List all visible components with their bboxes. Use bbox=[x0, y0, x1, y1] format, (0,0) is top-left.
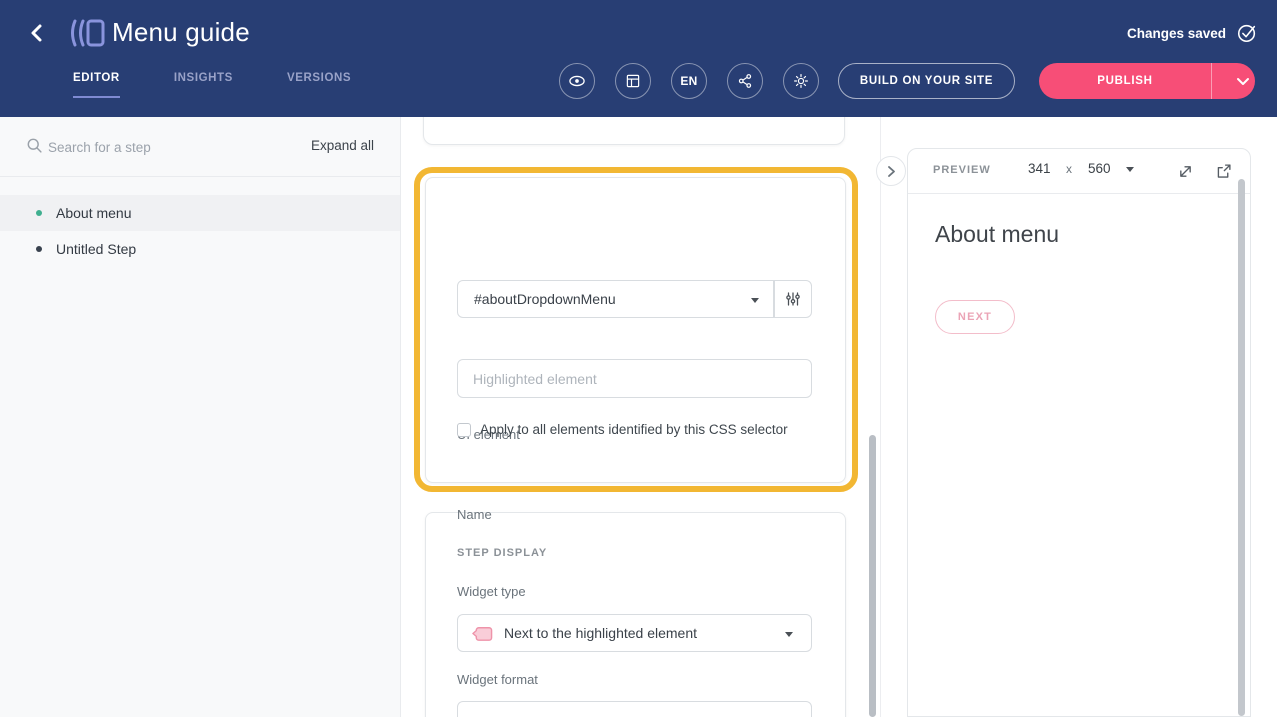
element-picker-settings-button[interactable] bbox=[774, 280, 812, 318]
widget-format-label: Widget format bbox=[457, 672, 538, 687]
preview-height-value[interactable]: 560 bbox=[1088, 161, 1111, 176]
layout-button[interactable] bbox=[615, 63, 651, 99]
expand-arrows-icon bbox=[1177, 163, 1194, 180]
editor-scrollbar[interactable] bbox=[869, 435, 876, 717]
search-icon bbox=[26, 137, 43, 154]
publish-dropdown-button[interactable] bbox=[1221, 63, 1265, 99]
sliders-icon bbox=[784, 290, 802, 308]
chevron-down-icon bbox=[751, 298, 759, 303]
open-in-new-window-button[interactable] bbox=[1212, 160, 1234, 182]
publish-label: PUBLISH bbox=[1039, 63, 1211, 99]
apply-to-all-label: Apply to all elements identified by this… bbox=[480, 422, 788, 437]
tooltip-widget-icon bbox=[471, 623, 494, 644]
language-button[interactable]: EN bbox=[671, 63, 707, 99]
step-search-row: Expand all bbox=[0, 117, 400, 177]
preview-dimension-separator: x bbox=[1066, 162, 1072, 176]
preview-panel: PREVIEW 341 x 560 About menu NEXT bbox=[907, 148, 1251, 717]
step-item-untitled-step[interactable]: Untitled Step bbox=[0, 231, 400, 267]
step-list: About menu Untitled Step bbox=[0, 195, 400, 267]
step-item-about-menu[interactable]: About menu bbox=[0, 195, 400, 231]
ui-element-select[interactable]: #aboutDropdownMenu bbox=[457, 280, 774, 318]
widget-type-label: Widget type bbox=[457, 584, 526, 599]
widget-type-value: Next to the highlighted element bbox=[504, 625, 697, 641]
highlighted-element-card: HIGHLIGHTED ELEMENT UI element #aboutDro… bbox=[425, 177, 846, 483]
check-circle-icon bbox=[1236, 22, 1258, 44]
tab-versions[interactable]: VERSIONS bbox=[287, 72, 351, 98]
preview-header: PREVIEW 341 x 560 bbox=[908, 149, 1250, 194]
step-label: Untitled Step bbox=[56, 241, 136, 257]
preview-eye-button[interactable] bbox=[559, 63, 595, 99]
gear-icon bbox=[792, 72, 810, 90]
apply-to-all-checkbox[interactable] bbox=[457, 423, 471, 437]
changes-saved-label: Changes saved bbox=[1127, 26, 1226, 41]
settings-button[interactable] bbox=[783, 63, 819, 99]
chevron-right-icon bbox=[887, 165, 896, 178]
preview-step-title: About menu bbox=[935, 221, 1059, 248]
preview-width-value[interactable]: 341 bbox=[1028, 161, 1051, 176]
step-status-dot bbox=[36, 246, 42, 252]
section-title-step-display: STEP DISPLAY bbox=[457, 547, 547, 559]
preview-scrollbar[interactable] bbox=[1238, 179, 1245, 716]
preview-fullscreen-button[interactable] bbox=[1174, 160, 1196, 182]
steps-sidebar: Expand all About menu Untitled Step bbox=[0, 117, 401, 717]
chevron-down-icon bbox=[1236, 77, 1250, 86]
ui-element-value: #aboutDropdownMenu bbox=[474, 291, 616, 307]
tab-insights[interactable]: INSIGHTS bbox=[174, 72, 233, 98]
build-on-your-site-button[interactable]: BUILD ON YOUR SITE bbox=[838, 63, 1015, 99]
preview-next-button[interactable]: NEXT bbox=[935, 300, 1015, 334]
step-label: About menu bbox=[56, 205, 132, 221]
collapse-preview-button[interactable] bbox=[876, 156, 906, 186]
page-title: Menu guide bbox=[112, 17, 250, 48]
widget-format-select[interactable]: Light bbox=[457, 701, 812, 717]
share-button[interactable] bbox=[727, 63, 763, 99]
chevron-down-icon bbox=[785, 632, 793, 637]
highlighted-element-name-input[interactable] bbox=[457, 359, 812, 398]
expand-all-link[interactable]: Expand all bbox=[311, 138, 374, 153]
layout-icon bbox=[624, 72, 642, 90]
header-icon-buttons: EN bbox=[559, 63, 819, 99]
language-label: EN bbox=[680, 74, 697, 88]
step-display-card: STEP DISPLAY Widget type Next to the hig… bbox=[425, 512, 846, 717]
publish-button[interactable]: PUBLISH bbox=[1039, 63, 1255, 99]
name-label: Name bbox=[457, 507, 492, 522]
editor-preview-divider bbox=[880, 117, 881, 717]
preview-size-dropdown[interactable] bbox=[1126, 167, 1134, 172]
app-header: Menu guide EDITOR INSIGHTS VERSIONS EN bbox=[0, 0, 1277, 117]
share-icon bbox=[736, 72, 754, 90]
step-search-input[interactable] bbox=[48, 133, 238, 161]
widget-type-select[interactable]: Next to the highlighted element bbox=[457, 614, 812, 652]
back-chevron-icon bbox=[29, 23, 45, 43]
changes-saved-status: Changes saved bbox=[1127, 22, 1258, 44]
back-button[interactable] bbox=[24, 20, 50, 46]
preview-title: PREVIEW bbox=[933, 164, 991, 176]
step-status-dot bbox=[36, 210, 42, 216]
publish-divider bbox=[1211, 63, 1212, 99]
guide-logo-icon bbox=[66, 15, 106, 51]
eye-icon bbox=[567, 71, 587, 91]
external-link-icon bbox=[1215, 163, 1232, 180]
tab-editor[interactable]: EDITOR bbox=[73, 72, 120, 98]
header-tabs: EDITOR INSIGHTS VERSIONS bbox=[73, 72, 351, 98]
apply-to-all-row: Apply to all elements identified by this… bbox=[457, 422, 788, 437]
